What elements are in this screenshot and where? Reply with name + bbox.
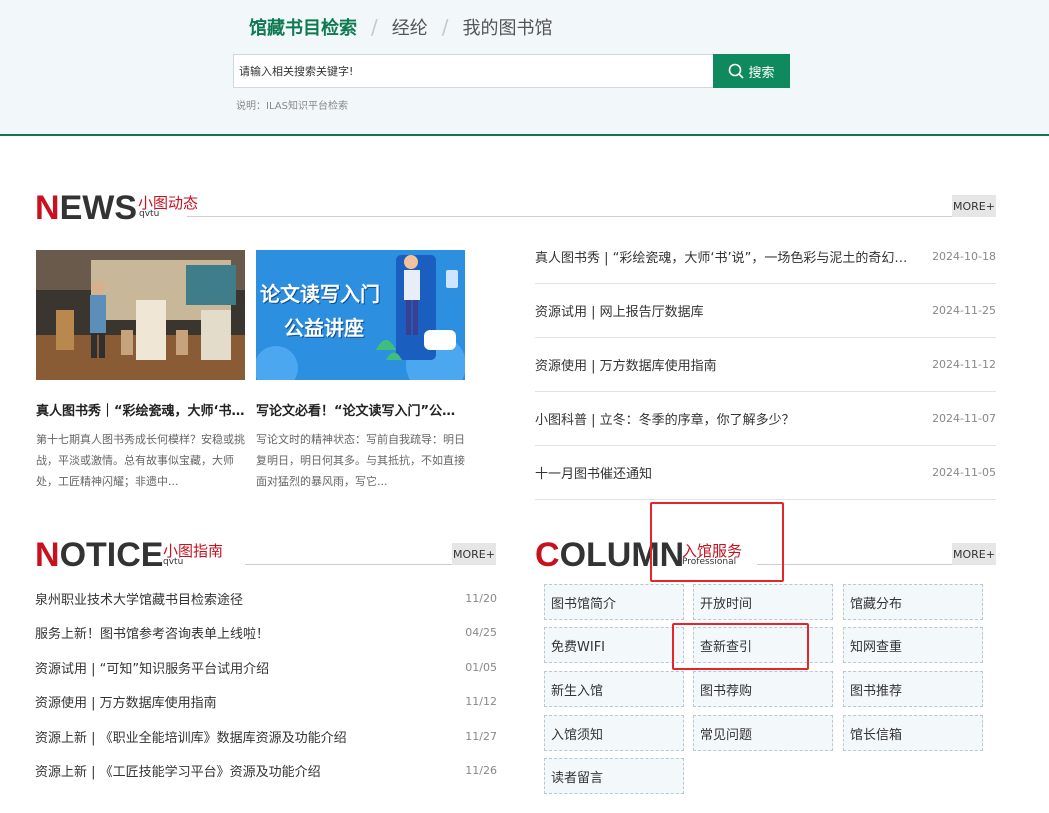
news-card-title[interactable]: 写论文必看！“论文读写入门”公益讲座 xyxy=(256,400,466,419)
list-item[interactable]: 资源上新 | 《工匠技能学习平台》资源及功能介绍 11/26 xyxy=(35,754,497,789)
search-button[interactable]: 搜索 xyxy=(713,54,790,88)
search-input[interactable] xyxy=(233,54,714,88)
news-card-title[interactable]: 真人图书秀｜“彩绘瓷魂，大师‘书’说”，一场色彩与泥土的奇幻之旅 xyxy=(36,400,246,419)
service-link-free-wifi[interactable]: 免费WIFI xyxy=(544,627,684,663)
news-card-desc: 写论文时的精神状态：写前自我疏导：明日复明日，明日何其多。与其抵抗，不如直接面对… xyxy=(256,433,465,488)
list-item[interactable]: 泉州职业技术大学馆藏书目检索途径 11/20 xyxy=(35,581,497,616)
tab-jinglun[interactable]: 经纶 xyxy=(392,14,428,40)
column-more-button[interactable]: MORE+ xyxy=(952,543,996,565)
news-more-button[interactable]: MORE+ xyxy=(952,195,996,217)
column-heading: COLUMN 入馆服务 Professional xyxy=(535,537,997,573)
news-heading: NEWS 小图动态 qvtu xyxy=(35,190,997,226)
column-heading-en: Professional xyxy=(682,557,737,567)
list-item[interactable]: 资源试用 | 网上报告厅数据库 2024-11-25 xyxy=(535,284,996,338)
service-link-freshman-entry[interactable]: 新生入馆 xyxy=(544,671,684,707)
service-link-director-mailbox[interactable]: 馆长信箱 xyxy=(843,715,983,751)
news-banner-line2: 公益讲座 xyxy=(284,316,364,340)
list-item[interactable]: 资源使用 | 万方数据库使用指南 11/12 xyxy=(35,685,497,720)
news-heading-en: qvtu xyxy=(139,209,160,219)
notice-heading: NOTICE 小图指南 qvtu xyxy=(35,537,497,573)
service-link-book-purchase[interactable]: 图书荐购 xyxy=(693,671,833,707)
service-link-novelty-citation[interactable]: 查新查引 xyxy=(693,627,833,663)
news-heading-title: NEWS xyxy=(35,189,138,227)
notice-heading-title: NOTICE xyxy=(35,536,164,574)
list-item[interactable]: 服务上新！图书馆参考咨询表单上线啦！ 04/25 xyxy=(35,616,497,651)
search-tabs: 馆藏书目检索 / 经纶 / 我的图书馆 xyxy=(249,14,553,40)
column-heading-line xyxy=(757,564,953,565)
news-heading-line xyxy=(187,216,952,217)
list-item[interactable]: 十一月图书催还通知 2024-11-05 xyxy=(535,446,996,500)
notice-list: 泉州职业技术大学馆藏书目检索途径 11/20 服务上新！图书馆参考咨询表单上线啦！… xyxy=(35,581,497,788)
service-link-library-intro[interactable]: 图书馆简介 xyxy=(544,584,684,620)
list-item[interactable]: 资源试用 | “可知”知识服务平台试用介绍 01/05 xyxy=(35,650,497,685)
service-link-cnki-check[interactable]: 知网查重 xyxy=(843,627,983,663)
news-list: 真人图书秀 | “彩绘瓷魂，大师‘书’说”，一场色彩与泥土的奇幻之旅 2024-1… xyxy=(535,230,996,500)
tab-separator: / xyxy=(371,15,378,39)
service-link-reader-message[interactable]: 读者留言 xyxy=(544,758,684,794)
service-link-book-recommend[interactable]: 图书推荐 xyxy=(843,671,983,707)
list-item[interactable]: 资源使用 | 万方数据库使用指南 2024-11-12 xyxy=(535,338,996,392)
news-card[interactable]: 真人图书秀｜“彩绘瓷魂，大师‘书’说”，一场色彩与泥土的奇幻之旅 第十七期真人图… xyxy=(36,250,246,492)
news-banner-line1: 论文读写入门 xyxy=(260,282,380,306)
service-link-entry-rules[interactable]: 入馆须知 xyxy=(544,715,684,751)
news-card-desc: 第十七期真人图书秀成长何模样？安稳或挑战，平淡或激情。总有故事似宝藏，大师处，工… xyxy=(36,433,245,488)
list-item[interactable]: 小图科普 | 立冬：冬季的序章，你了解多少？ 2024-11-07 xyxy=(535,392,996,446)
tab-my-library[interactable]: 我的图书馆 xyxy=(463,14,553,40)
service-link-opening-hours[interactable]: 开放时间 xyxy=(693,584,833,620)
notice-heading-line xyxy=(245,564,453,565)
column-heading-title: COLUMN xyxy=(535,536,685,574)
news-card-image[interactable]: 论文读写入门 公益讲座 xyxy=(256,250,465,380)
news-card-image[interactable] xyxy=(36,250,245,380)
tab-separator: / xyxy=(441,15,449,39)
service-link-collection-layout[interactable]: 馆藏分布 xyxy=(843,584,983,620)
list-item[interactable]: 真人图书秀 | “彩绘瓷魂，大师‘书’说”，一场色彩与泥土的奇幻之旅 2024-1… xyxy=(535,230,996,284)
service-link-faq[interactable]: 常见问题 xyxy=(693,715,833,751)
search-note: 说明：ILAS知识平台检索 xyxy=(236,101,348,112)
tab-catalog-search[interactable]: 馆藏书目检索 xyxy=(249,14,357,40)
search-icon xyxy=(729,63,745,79)
news-card[interactable]: 论文读写入门 公益讲座 写论文必看！“论文读写入门”公益讲座 写论文时的精神状态… xyxy=(256,250,466,492)
list-item[interactable]: 资源上新 | 《职业全能培训库》数据库资源及功能介绍 11/27 xyxy=(35,719,497,754)
notice-heading-en: qvtu xyxy=(163,557,184,567)
search-button-label: 搜索 xyxy=(748,65,775,81)
notice-more-button[interactable]: MORE+ xyxy=(452,543,496,565)
